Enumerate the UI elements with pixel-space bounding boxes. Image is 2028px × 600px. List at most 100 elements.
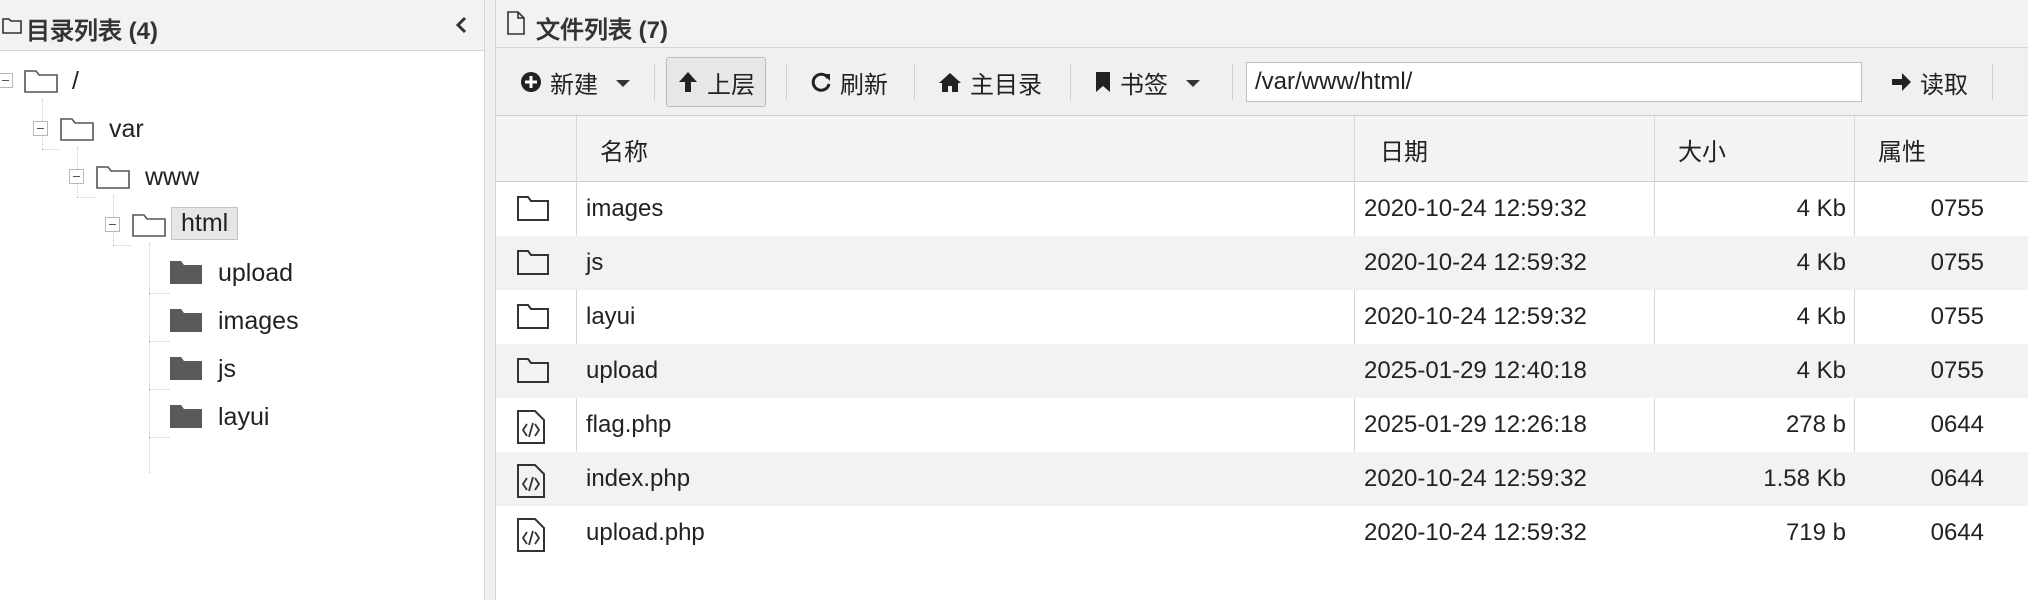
tree-node-images[interactable]: images [212, 305, 305, 338]
bookmark-button[interactable]: 书签 [1084, 57, 1210, 107]
up-level-button[interactable]: 上层 [666, 57, 766, 107]
read-button-label: 读取 [1920, 71, 1968, 99]
tree-toggle-var[interactable] [33, 121, 48, 136]
file-row[interactable]: index.php 2020-10-24 12:59:32 1.58 Kb 06… [496, 452, 2028, 506]
path-input[interactable] [1246, 62, 1862, 102]
tree-node-var[interactable]: var [103, 113, 150, 146]
refresh-icon [811, 72, 831, 92]
directory-panel-title: 目录列表 (4) [26, 18, 158, 45]
tree-connector [149, 243, 150, 473]
toolbar-divider [654, 64, 655, 100]
tree-connector [149, 437, 169, 438]
file-name[interactable]: index.php [586, 452, 690, 506]
file-size: 4 Kb [1796, 303, 1846, 330]
directory-tree: / var www html upload images js layui [0, 51, 484, 600]
folder-filled-icon [169, 259, 203, 290]
file-size: 278 b [1785, 411, 1846, 438]
file-manager: 目录列表 (4) / var www html upload images js… [0, 0, 2028, 600]
home-button-label: 主目录 [970, 71, 1042, 99]
folder-outline-icon [516, 302, 550, 337]
caret-down-icon [1186, 79, 1200, 87]
tree-connector [77, 197, 95, 198]
collapse-panel-button[interactable] [448, 10, 476, 40]
code-file-icon [516, 410, 546, 451]
file-row[interactable]: layui 2020-10-24 12:59:32 4 Kb 0755 [496, 290, 2028, 344]
bookmark-button-label: 书签 [1120, 71, 1168, 99]
file-size: 4 Kb [1796, 195, 1846, 222]
file-attr[interactable]: 0755 [1866, 344, 1984, 398]
file-name[interactable]: images [586, 182, 663, 236]
file-attr[interactable]: 0644 [1866, 398, 1984, 452]
tree-node-html[interactable]: html [171, 207, 239, 240]
home-icon [939, 73, 961, 92]
file-table-header: 名称 日期 大小 属性 [496, 116, 2028, 182]
folder-outline-icon [132, 211, 166, 242]
home-button[interactable]: 主目录 [928, 57, 1052, 107]
file-size: 719 b [1785, 519, 1846, 546]
panel-splitter[interactable] [484, 0, 496, 600]
file-name[interactable]: flag.php [586, 398, 671, 452]
tree-node-js[interactable]: js [212, 353, 242, 386]
file-date: 2020-10-24 12:59:32 [1364, 465, 1587, 492]
directory-panel: 目录列表 (4) / var www html upload images js… [0, 0, 484, 600]
tree-node-root[interactable]: / [66, 65, 85, 98]
file-row[interactable]: upload 2025-01-29 12:40:18 4 Kb 0755 [496, 344, 2028, 398]
file-name[interactable]: upload [586, 344, 658, 398]
folder-outline-icon [60, 115, 94, 146]
column-header-name[interactable]: 名称 [600, 116, 648, 182]
file-attr[interactable]: 0644 [1866, 452, 1984, 506]
bookmark-icon [1096, 72, 1110, 92]
refresh-button[interactable]: 刷新 [800, 57, 898, 107]
folder-outline-icon [24, 67, 58, 98]
file-name[interactable]: upload.php [586, 506, 705, 560]
column-header-date[interactable]: 日期 [1380, 116, 1428, 182]
folder-outline-icon [516, 248, 550, 283]
folder-outline-icon [516, 194, 550, 229]
file-list-title: 文件列表 (7) [536, 17, 668, 44]
file-row[interactable]: images 2020-10-24 12:59:32 4 Kb 0755 [496, 182, 2028, 236]
read-button[interactable]: 读取 [1880, 57, 1978, 107]
file-date: 2020-10-24 12:59:32 [1364, 303, 1587, 330]
file-attr[interactable]: 0755 [1866, 290, 1984, 344]
file-list-header: 文件列表 (7) [496, 0, 2028, 48]
file-row[interactable]: upload.php 2020-10-24 12:59:32 719 b 064… [496, 506, 2028, 560]
tree-toggle-root[interactable] [0, 73, 13, 88]
file-attr[interactable]: 0755 [1866, 236, 1984, 290]
tree-connector [113, 245, 131, 246]
column-header-size[interactable]: 大小 [1678, 116, 1726, 182]
file-attr[interactable]: 0755 [1866, 182, 1984, 236]
file-date: 2025-01-29 12:40:18 [1364, 357, 1587, 384]
toolbar-divider [786, 64, 787, 100]
column-header-attr[interactable]: 属性 [1878, 116, 1926, 182]
file-name[interactable]: layui [586, 290, 635, 344]
code-file-icon [516, 464, 546, 505]
file-date: 2020-10-24 12:59:32 [1364, 249, 1587, 276]
file-size: 1.58 Kb [1763, 465, 1846, 492]
file-name[interactable]: js [586, 236, 603, 290]
tree-toggle-html[interactable] [105, 217, 120, 232]
tree-toggle-www[interactable] [69, 169, 84, 184]
file-date: 2020-10-24 12:59:32 [1364, 195, 1587, 222]
directory-panel-header: 目录列表 (4) [0, 0, 484, 51]
column-header-icon [496, 116, 574, 182]
file-row[interactable]: flag.php 2025-01-29 12:26:18 278 b 0644 [496, 398, 2028, 452]
file-row[interactable]: js 2020-10-24 12:59:32 4 Kb 0755 [496, 236, 2028, 290]
file-attr[interactable]: 0644 [1866, 506, 1984, 560]
folder-outline-icon [516, 356, 550, 391]
folder-filled-icon [169, 355, 203, 386]
folder-outline-icon [96, 163, 130, 194]
file-outline-icon [506, 11, 526, 42]
tree-connector [149, 341, 169, 342]
new-button[interactable]: 新建 [510, 57, 640, 107]
tree-connector [149, 389, 169, 390]
tree-node-layui[interactable]: layui [212, 401, 275, 434]
tree-node-www[interactable]: www [139, 161, 205, 194]
file-date: 2020-10-24 12:59:32 [1364, 519, 1587, 546]
tree-node-upload[interactable]: upload [212, 257, 299, 290]
chevron-left-icon [455, 16, 467, 34]
tree-connector [42, 149, 60, 150]
arrow-up-icon [679, 72, 697, 92]
arrow-right-icon [1892, 73, 1911, 91]
plus-circle-icon [521, 72, 541, 92]
toolbar-divider [1992, 64, 1993, 100]
